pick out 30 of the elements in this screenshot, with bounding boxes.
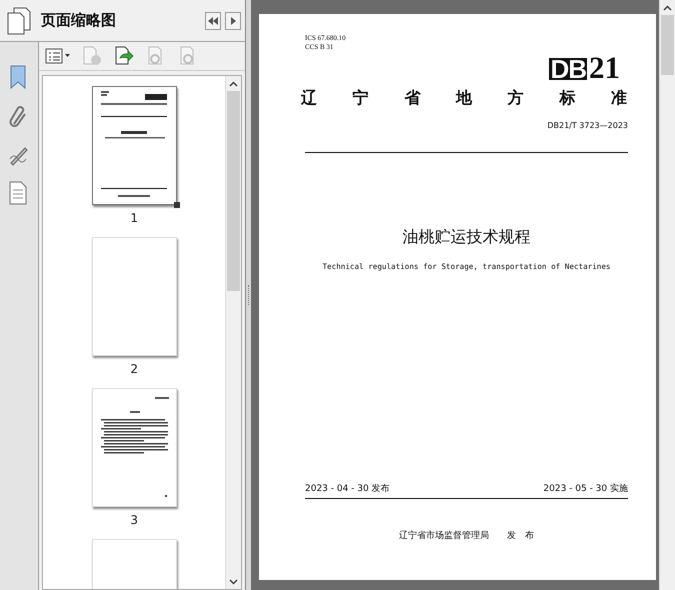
- issuer: 辽宁省市场监督管理局 发 布: [398, 530, 535, 542]
- bookmark-icon[interactable]: [8, 64, 28, 90]
- document-title: 油桃贮运技术规程: [402, 227, 532, 248]
- scroll-up-icon[interactable]: [229, 80, 238, 86]
- scrollbar-thumb[interactable]: [661, 15, 674, 75]
- insert-page-button[interactable]: [113, 46, 136, 66]
- resize-handle[interactable]: [174, 202, 180, 208]
- options-menu-button[interactable]: [45, 48, 72, 64]
- scrollbar[interactable]: [225, 76, 242, 589]
- pages-icon: [5, 6, 34, 36]
- expand-button[interactable]: [225, 12, 242, 30]
- collapse-panel-button[interactable]: [205, 12, 222, 30]
- scrollbar-thumb[interactable]: [227, 91, 240, 291]
- double-left-arrow-icon: [207, 16, 220, 26]
- page-number: 2: [130, 362, 138, 376]
- paperclip-icon[interactable]: [8, 104, 28, 130]
- page-number: 3: [130, 513, 138, 527]
- effective-date: 2023 - 05 - 30 实施: [543, 482, 628, 495]
- standard-code: DB21/T 3723—2023: [546, 121, 628, 130]
- scroll-up-icon[interactable]: [663, 4, 672, 10]
- scroll-down-icon[interactable]: [229, 578, 238, 584]
- right-arrow-icon: [229, 16, 238, 26]
- logo-number: 21: [589, 54, 620, 82]
- issue-date: 2023 - 04 - 30 发布: [305, 482, 390, 495]
- page-number: 1: [130, 211, 138, 225]
- document-icon[interactable]: [8, 180, 28, 206]
- document-scrollbar[interactable]: [659, 0, 675, 590]
- logo-text: DB: [549, 58, 587, 80]
- panel-title: 页面缩略图: [41, 11, 118, 30]
- standard-type: 辽 宁 省 地 方 标 准: [301, 88, 628, 109]
